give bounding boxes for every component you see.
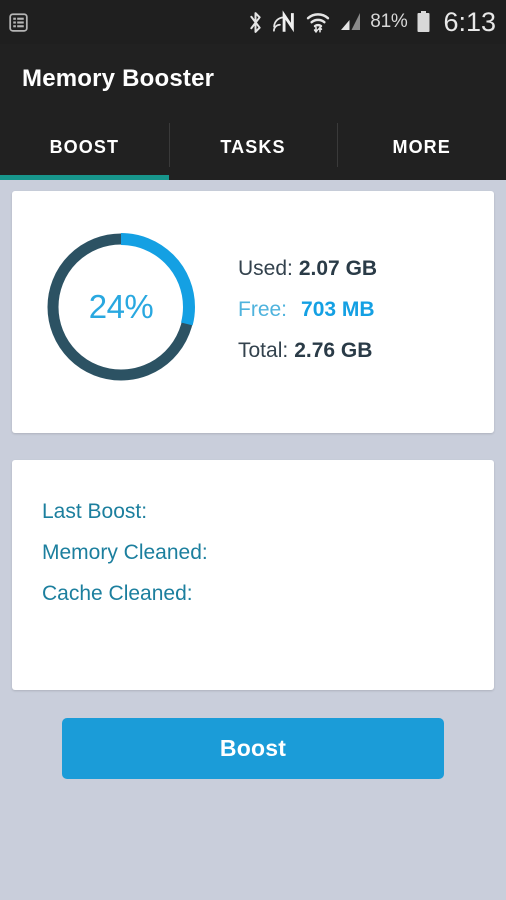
wifi-icon xyxy=(306,10,330,34)
battery-icon xyxy=(416,10,431,34)
history-row-memory-cleaned: Memory Cleaned: xyxy=(42,541,208,564)
bluetooth-icon xyxy=(247,10,264,35)
history-row-cache-cleaned: Cache Cleaned: xyxy=(42,582,193,605)
stat-row-free: Free: 703 MB xyxy=(238,289,377,330)
memory-usage-card: 24% Used: 2.07 GB Free: 703 MB Total: 2.76 … xyxy=(12,191,494,433)
tab-more[interactable]: MORE xyxy=(337,114,506,180)
memory-gauge: 24% xyxy=(40,226,202,388)
stat-value-free: 703 MB xyxy=(301,297,375,321)
boost-button[interactable]: Boost xyxy=(62,718,444,779)
status-bar-right: 81% 6:13 xyxy=(247,7,496,38)
history-row-last-boost: Last Boost: xyxy=(42,500,148,523)
cellular-signal-icon xyxy=(339,11,361,33)
main-content: 24% Used: 2.07 GB Free: 703 MB Total: 2.76 … xyxy=(0,180,506,900)
boost-button-container: Boost xyxy=(0,718,506,779)
tab-bar: BOOST TASKS MORE xyxy=(0,114,506,180)
stat-label-free: Free: xyxy=(238,297,288,321)
tab-boost[interactable]: BOOST xyxy=(0,114,169,180)
memory-percent-label: 24% xyxy=(88,288,154,325)
nfc-icon xyxy=(273,10,297,34)
app-bar: Memory Booster xyxy=(0,44,506,114)
list-notification-icon xyxy=(8,12,29,33)
status-bar-clock: 6:13 xyxy=(443,6,496,37)
stat-value-total: 2.76 GB xyxy=(294,338,373,362)
status-bar: 81% 6:13 xyxy=(0,0,506,44)
tab-tasks[interactable]: TASKS xyxy=(168,114,338,180)
app-title: Memory Booster xyxy=(22,65,215,92)
battery-percentage: 81% xyxy=(370,11,408,32)
stat-row-total: Total: 2.76 GB xyxy=(238,330,377,371)
boost-history-card: Last Boost: Memory Cleaned: Cache Cleane… xyxy=(12,460,494,690)
memory-stats: Used: 2.07 GB Free: 703 MB Total: 2.76 GB xyxy=(238,248,377,371)
stat-row-used: Used: 2.07 GB xyxy=(238,248,377,289)
stat-value-used: 2.07 GB xyxy=(298,256,378,280)
status-bar-left xyxy=(8,12,29,33)
stat-label-used: Used: xyxy=(238,256,293,280)
stat-label-total: Total: xyxy=(238,338,289,362)
